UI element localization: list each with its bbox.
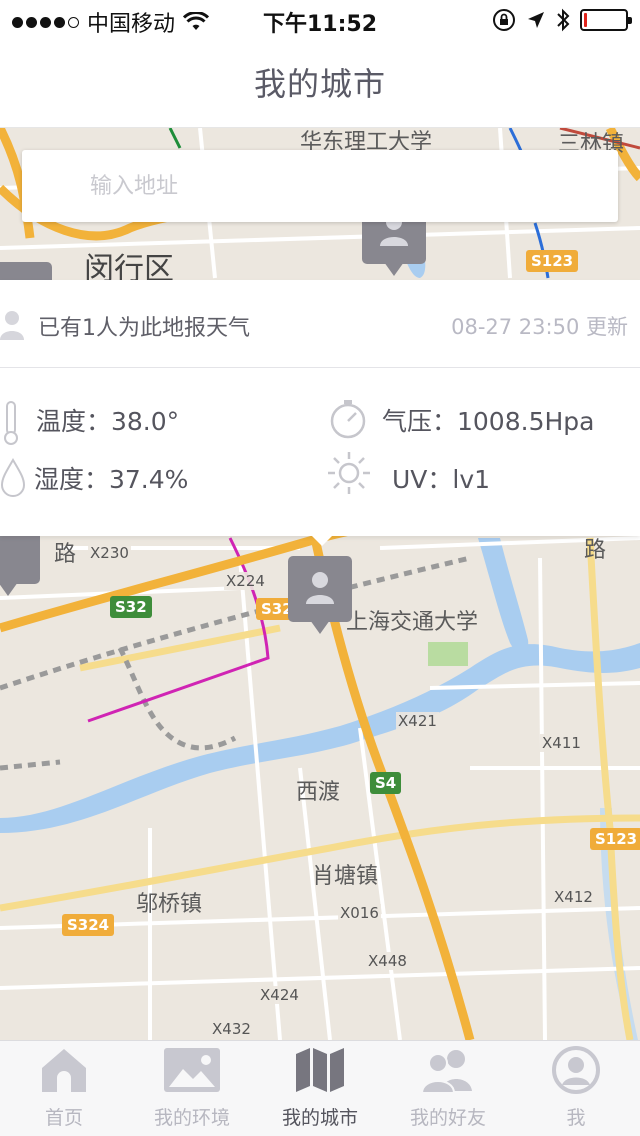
- road-label-x016: X016: [338, 904, 381, 922]
- map-label-road-right: 路: [584, 538, 607, 563]
- road-label-x230: X230: [88, 544, 131, 562]
- tab-label: 我的环境: [153, 1107, 230, 1129]
- battery-level: [584, 13, 587, 27]
- road-label-x448: X448: [366, 952, 409, 970]
- temperature-value: 温度：38.0°: [36, 407, 180, 436]
- humidity-drop-icon: [0, 458, 26, 497]
- bluetooth-icon: [557, 8, 570, 32]
- weather-info-card[interactable]: 已有1人为此地报天气 08-27 23:50 更新 温度：38.0° 气压：10…: [0, 280, 640, 546]
- tab-my-city[interactable]: 我的城市: [256, 1041, 384, 1136]
- road-label-x412: X412: [552, 888, 595, 906]
- user-circle-icon: [552, 1046, 600, 1094]
- map-label-road-left: 路: [54, 542, 77, 567]
- road-label-x424: X424: [258, 986, 301, 1004]
- person-icon: [306, 572, 334, 604]
- pressure-value: 气压：1008.5Hpa: [382, 407, 595, 436]
- road-label-x421: X421: [396, 712, 439, 730]
- sun-uv-icon: [328, 452, 370, 494]
- pressure-gauge-icon: [330, 400, 366, 439]
- tab-label: 首页: [44, 1107, 83, 1129]
- page-title: 我的城市: [253, 65, 386, 103]
- tab-me[interactable]: 我: [512, 1041, 640, 1136]
- road-label-x224: X224: [224, 572, 267, 590]
- map-label-xiaotang: 肖塘镇: [312, 864, 379, 889]
- image-icon: [164, 1048, 220, 1092]
- map-pin-selected[interactable]: [288, 556, 352, 636]
- map-label-sjtu: 上海交通大学: [346, 610, 479, 635]
- tab-label: 我: [566, 1107, 586, 1129]
- map-icon: [296, 1048, 344, 1092]
- address-search-input[interactable]: [22, 150, 618, 222]
- lock-rotation-icon: [493, 9, 515, 31]
- info-card-header: 已有1人为此地报天气 08-27 23:50 更新: [0, 280, 640, 368]
- tab-bar: 首页 我的环境 我的城市 我的好友 我: [0, 1040, 640, 1136]
- road-label-x411: X411: [540, 734, 583, 752]
- friends-icon: [420, 1050, 472, 1093]
- map-view[interactable]: 华东理工大学 三林镇 闵行区 上海交通大学 西渡 肖塘镇 邬桥镇 路 路 S12…: [0, 128, 640, 1040]
- road-shield-s324: S324: [62, 914, 115, 936]
- search-box: [22, 150, 618, 222]
- road-shield-s123-right: S123: [590, 828, 640, 850]
- humidity-value: 湿度：37.4%: [34, 465, 189, 494]
- road-shield-s32: S32: [110, 596, 152, 618]
- thermometer-icon: [4, 401, 18, 445]
- home-icon: [42, 1049, 86, 1092]
- person-icon: [0, 311, 24, 340]
- road-shield-s123-top: S123: [526, 250, 579, 272]
- road-shield-s4: S4: [370, 772, 402, 794]
- status-bar-right: [492, 8, 632, 32]
- road-label-x432: X432: [210, 1020, 253, 1038]
- status-bar: 中国移动 下午11:52: [0, 0, 640, 40]
- nav-bar: 我的城市: [0, 40, 640, 128]
- tab-home[interactable]: 首页: [0, 1041, 128, 1136]
- map-label-xidu: 西渡: [296, 780, 341, 805]
- tab-label: 我的好友: [409, 1107, 486, 1129]
- card-pointer: [312, 536, 332, 546]
- reporter-count-text: 已有1人为此地报天气: [38, 316, 250, 341]
- uv-value: UV：lv1: [392, 465, 491, 494]
- map-label-zhuqiao: 邬桥镇: [136, 892, 203, 917]
- tab-label: 我的城市: [281, 1107, 358, 1129]
- tab-my-environment[interactable]: 我的环境: [128, 1041, 256, 1136]
- location-arrow-icon: [528, 12, 544, 28]
- tab-my-friends[interactable]: 我的好友: [384, 1041, 512, 1136]
- battery-icon: [580, 9, 632, 31]
- update-time: 08-27 23:50 更新: [451, 315, 628, 339]
